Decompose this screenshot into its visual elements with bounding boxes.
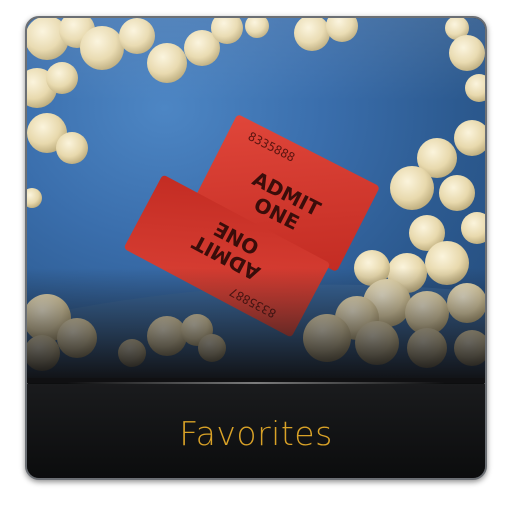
- favorites-tile[interactable]: 8335888 ADMIT ONE 8335887 ADMIT ONE Favo…: [25, 16, 487, 480]
- popcorn-cluster-top: [294, 18, 485, 102]
- caption-bar: Favorites: [27, 384, 485, 478]
- caption-divider: [67, 382, 445, 384]
- photo-fade-overlay: [27, 268, 485, 383]
- tile-caption: Favorites: [179, 414, 333, 453]
